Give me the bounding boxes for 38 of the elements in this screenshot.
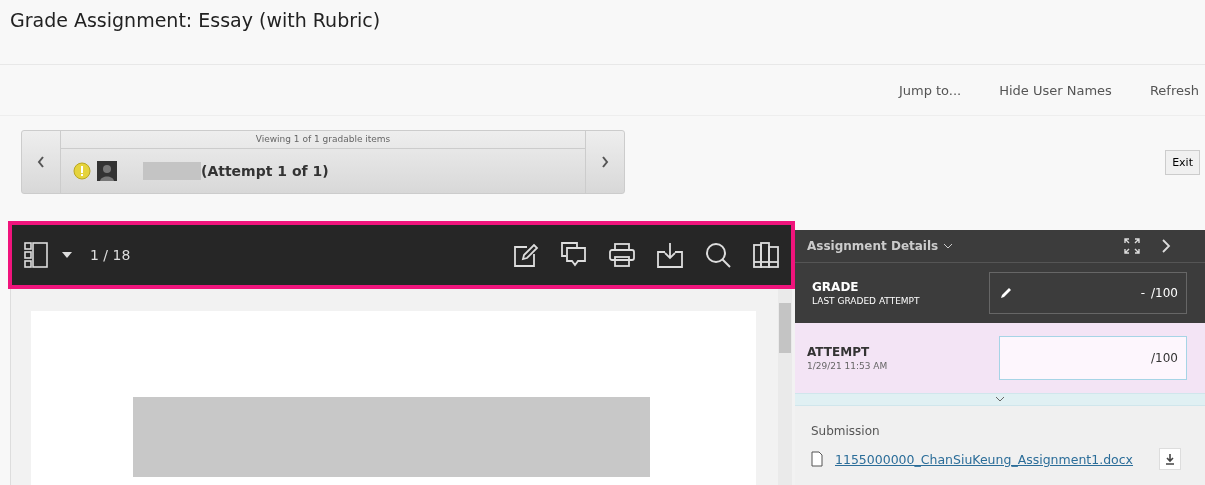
details-title[interactable]: Assignment Details: [807, 239, 939, 253]
avatar-icon: [97, 161, 117, 181]
annotate-icon[interactable]: [513, 243, 539, 267]
attempt-title: ATTEMPT: [807, 345, 871, 359]
thumbnails-icon[interactable]: [24, 242, 48, 268]
action-link[interactable]: Jump to...: [898, 82, 962, 98]
chevron-left-icon: [37, 156, 45, 168]
search-icon[interactable]: [705, 242, 731, 268]
caret-icon[interactable]: [944, 243, 953, 249]
file-icon: [811, 451, 823, 467]
attempt-date: 1/29/21 11:53 AM: [807, 361, 888, 371]
download-button[interactable]: [1159, 448, 1181, 470]
attempt-label: (Attempt 1 of 1): [201, 163, 329, 179]
action-link[interactable]: Hide User Names: [999, 82, 1112, 98]
submission-label: Submission: [811, 424, 881, 438]
pencil-icon: [1000, 287, 1012, 299]
exit-button[interactable]: Exit: [1165, 149, 1200, 175]
chevron-right-icon[interactable]: [1162, 239, 1171, 253]
grade-field[interactable]: - /100: [989, 272, 1187, 314]
grade-sublabel: LAST GRADED ATTEMPT: [812, 296, 920, 306]
caret-icon[interactable]: [62, 252, 72, 258]
chevron-right-icon: [601, 156, 609, 168]
action-link[interactable]: Refresh: [1149, 82, 1199, 98]
page-counter: 1 / 18: [90, 247, 131, 263]
name-redaction: [143, 162, 201, 180]
comments-icon[interactable]: [561, 242, 587, 268]
page-title: Grade Assignment: Essay (with Rubric): [10, 8, 382, 31]
scrollbar-thumb[interactable]: [779, 303, 791, 353]
panels-icon[interactable]: [753, 242, 779, 268]
grade-label: GRADE: [812, 280, 860, 294]
expand-icon[interactable]: [1124, 238, 1140, 254]
print-icon[interactable]: [609, 243, 635, 267]
download-icon[interactable]: [657, 242, 683, 268]
file-link[interactable]: 1155000000_ChanSiuKeung_Assignment1.docx: [835, 451, 1133, 467]
attempt-grade-field[interactable]: /100: [999, 336, 1187, 380]
viewing-caption: Viewing 1 of 1 gradable items: [61, 131, 585, 149]
download-icon: [1165, 453, 1175, 465]
chevron-down-icon: [996, 397, 1004, 402]
